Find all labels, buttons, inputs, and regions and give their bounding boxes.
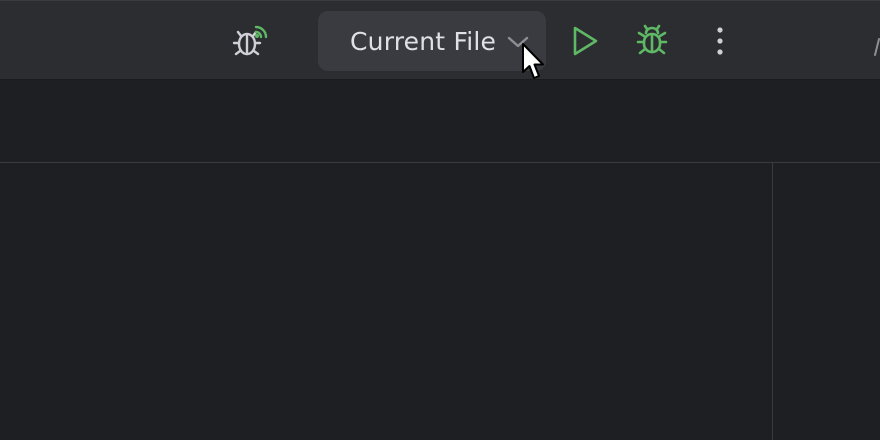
editor-area[interactable] — [0, 163, 772, 440]
bug-remote-icon — [232, 25, 268, 56]
main-toolbar: Current File — [0, 0, 880, 80]
remote-debug-button[interactable] — [226, 17, 274, 65]
right-side-panel — [773, 163, 880, 440]
more-vertical-icon — [717, 27, 723, 55]
editor-tab-bar — [0, 80, 880, 162]
play-icon — [573, 26, 598, 56]
debug-button[interactable] — [628, 17, 676, 65]
bug-icon — [636, 24, 668, 55]
run-configuration-label: Current File — [350, 26, 497, 56]
partial-toolbar-icon[interactable] — [872, 37, 880, 57]
more-options-button[interactable] — [696, 17, 744, 65]
run-configuration-dropdown[interactable]: Current File — [318, 11, 546, 71]
chevron-down-icon — [507, 36, 529, 48]
run-button[interactable] — [561, 17, 609, 65]
